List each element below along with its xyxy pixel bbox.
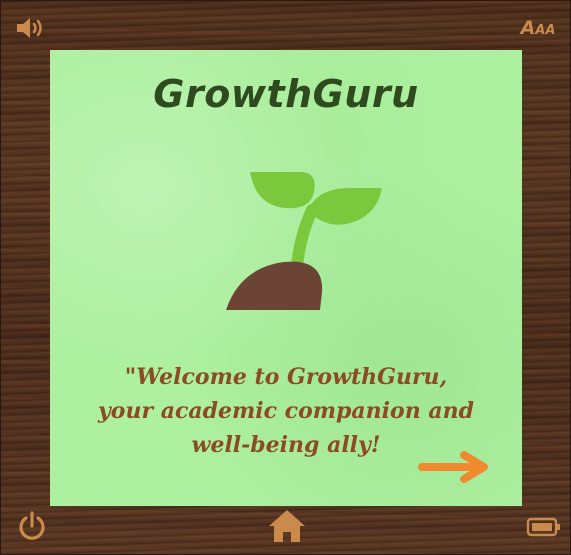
welcome-message: "Welcome to GrowthGuru, your academic co…	[70, 360, 502, 462]
power-icon	[19, 511, 45, 540]
font-size-small-label: AA	[535, 23, 556, 38]
home-button[interactable]	[267, 508, 307, 544]
font-size-large-label: A	[520, 17, 536, 39]
welcome-line-1: "Welcome to GrowthGuru,	[124, 364, 448, 390]
next-button[interactable]	[418, 450, 490, 484]
font-size-button[interactable]: AAA	[518, 15, 558, 41]
speaker-icon	[17, 18, 42, 38]
battery-indicator	[526, 514, 562, 540]
power-button[interactable]	[15, 510, 49, 544]
app-title: GrowthGuru	[153, 72, 419, 116]
font-size-icon: AAA	[521, 17, 556, 39]
arrow-right-icon	[418, 451, 488, 483]
sound-button[interactable]	[15, 15, 47, 41]
battery-icon	[526, 517, 560, 537]
sprout-icon	[226, 172, 382, 310]
welcome-line-2: your academic companion and	[98, 398, 474, 424]
home-icon	[269, 510, 305, 542]
welcome-card: GrowthGuru "Welcome to GrowthGuru, your …	[50, 50, 522, 506]
